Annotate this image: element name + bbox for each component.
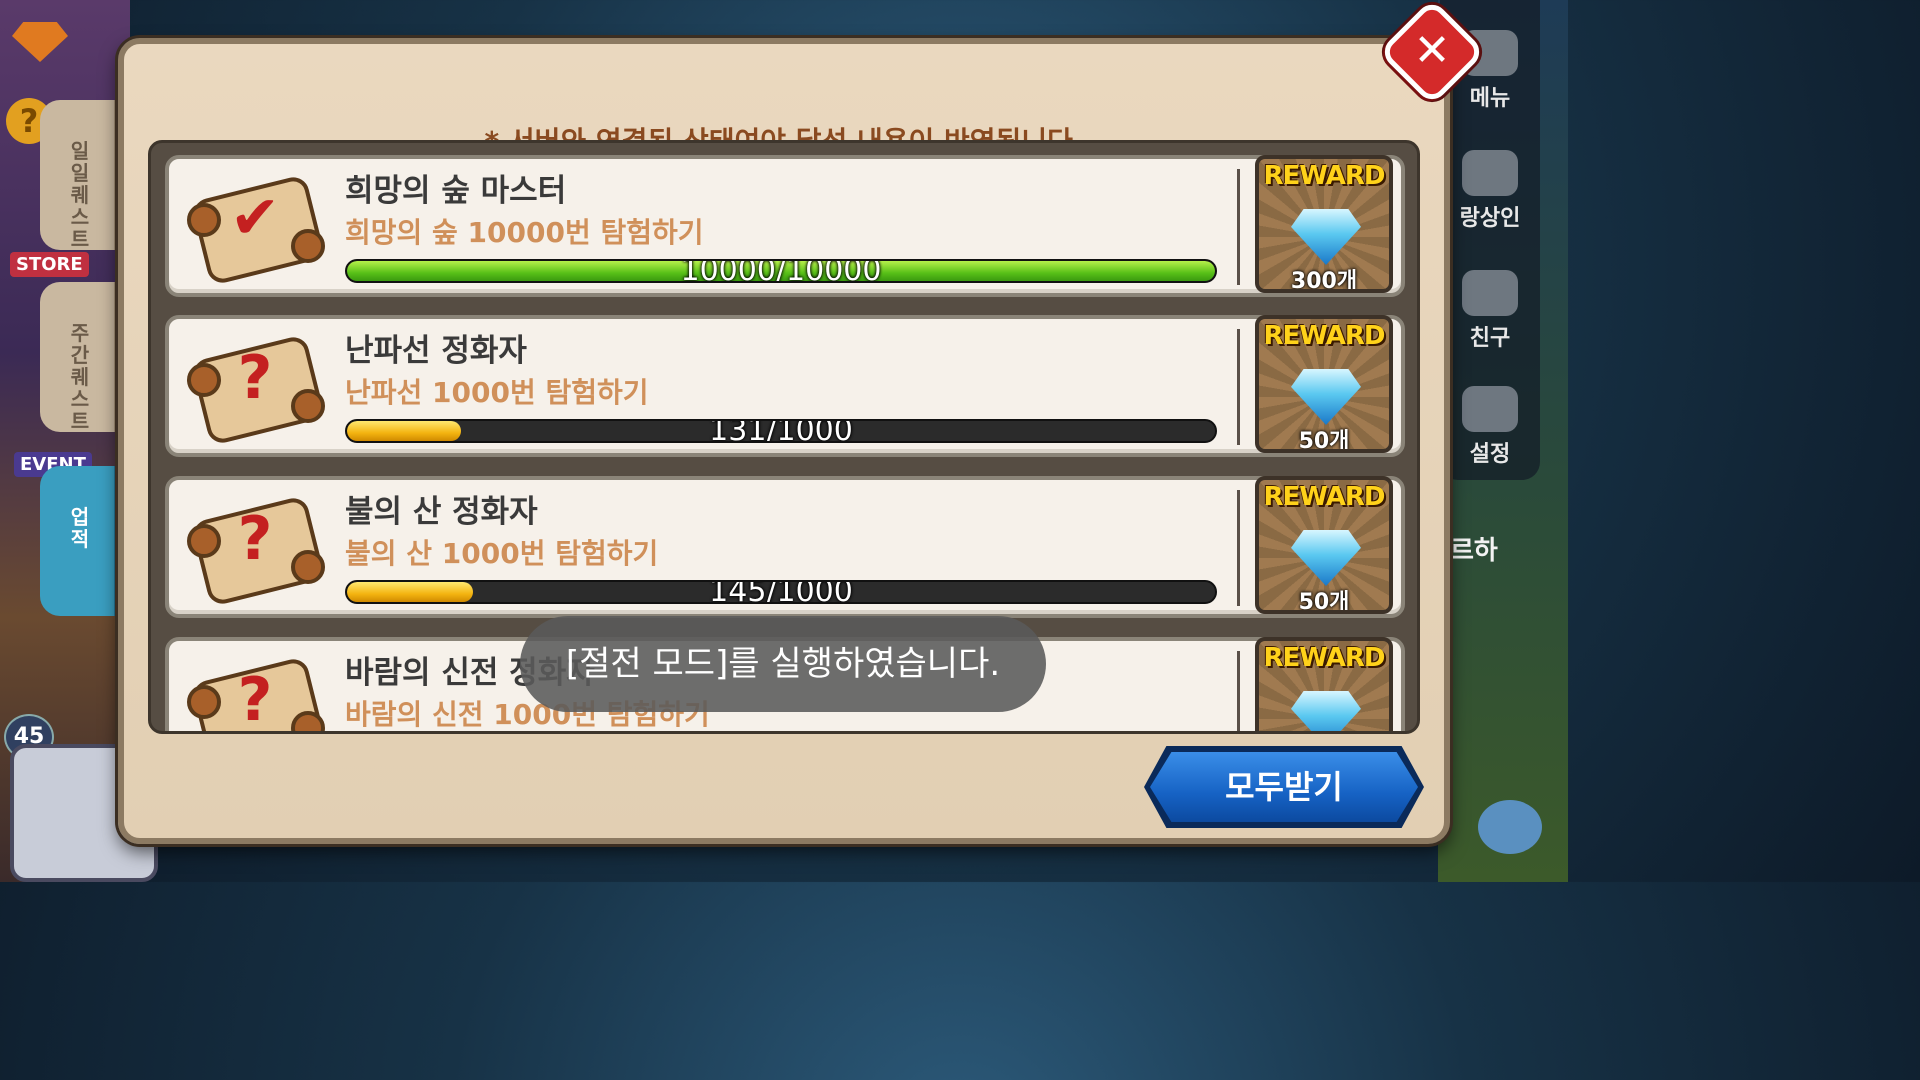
achievement-row[interactable]: ✔ 희망의 숲 마스터희망의 숲 10000번 탐험하기 10000/10000 RE… [165,155,1405,297]
friends-label: 친구 [1469,326,1511,351]
achievement-row[interactable]: ? 불의 산 정화자불의 산 1000번 탐험하기 145/1000 REWARD 50… [165,476,1405,618]
diamond-icon [1291,369,1361,425]
progress-text: 145/1000 [709,580,853,604]
achievement-description: 불의 산 1000번 탐험하기 [345,537,659,570]
locked-scroll-icon: ? [181,490,326,607]
achievement-title: 불의 산 정화자 [345,494,538,530]
diamond-icon [1291,530,1361,586]
friends-button[interactable]: 친구 [1448,270,1532,352]
reward-amount: 50개 [1298,429,1350,453]
store-label[interactable]: STORE [10,252,89,277]
gear-icon [1462,386,1518,432]
merchant-icon [1462,150,1518,196]
friends-icon [1462,270,1518,316]
locked-scroll-icon: ? [181,651,326,731]
achievement-description: 희망의 숲 10000번 탐험하기 [345,216,704,249]
reward-box[interactable]: REWARD 300개 [1255,155,1393,293]
merchant-label: 랑상인 [1459,206,1521,231]
tab-daily-quest-label: 일일 퀘스트 [70,139,90,251]
row-divider [1237,651,1240,731]
achievement-description: 난파선 1000번 탐험하기 [345,376,649,409]
achievement-title: 희망의 숲 마스터 [345,173,567,209]
row-divider [1237,490,1240,606]
reward-box[interactable]: REWARD 50개 [1255,476,1393,614]
row-divider [1237,169,1240,285]
reward-label: REWARD [1263,161,1385,191]
achievement-title: 난파선 정화자 [345,333,527,369]
chat-icon[interactable] [1478,800,1542,854]
power-save-toast: [절전 모드]를 실행하였습니다. [520,616,1046,712]
settings-button[interactable]: 설정 [1448,386,1532,468]
tab-daily-quest[interactable]: 일일 퀘스트 [40,100,120,250]
progress-bar: 145/1000 [345,580,1217,604]
merchant-button[interactable]: 랑상인 [1448,150,1532,232]
reward-amount: 300개 [1290,269,1358,293]
claim-all-button[interactable]: 모두받기 [1150,752,1418,822]
reward-box[interactable]: REWARD 50개 [1255,315,1393,453]
progress-text: 10000/10000 [680,259,882,283]
reward-label: REWARD [1263,643,1385,673]
achievement-row[interactable]: ? 난파선 정화자난파선 1000번 탐험하기 131/1000 REWARD 50개 [165,315,1405,457]
locked-scroll-icon: ? [181,329,326,446]
tab-weekly-quest[interactable]: 주간 퀘스트 [40,282,120,432]
reward-amount: 50개 [1298,590,1350,614]
reward-box[interactable]: REWARD [1255,637,1393,731]
reward-label: REWARD [1263,321,1385,351]
diamond-icon [1291,209,1361,265]
progress-bar: 131/1000 [345,419,1217,443]
close-x-icon: ✕ [1413,25,1451,76]
right-extra-label: 르하 [1450,536,1498,566]
settings-label: 설정 [1469,442,1511,467]
reward-label: REWARD [1263,482,1385,512]
progress-bar: 10000/10000 [345,259,1217,283]
diamond-icon [1291,691,1361,731]
tab-weekly-quest-label: 주간 퀘스트 [70,321,90,433]
tab-achievements[interactable]: 업적 [40,466,120,616]
completed-scroll-icon: ✔ [181,169,326,286]
progress-text: 131/1000 [709,419,853,443]
row-divider [1237,329,1240,445]
tab-achievements-label: 업적 [70,505,90,551]
